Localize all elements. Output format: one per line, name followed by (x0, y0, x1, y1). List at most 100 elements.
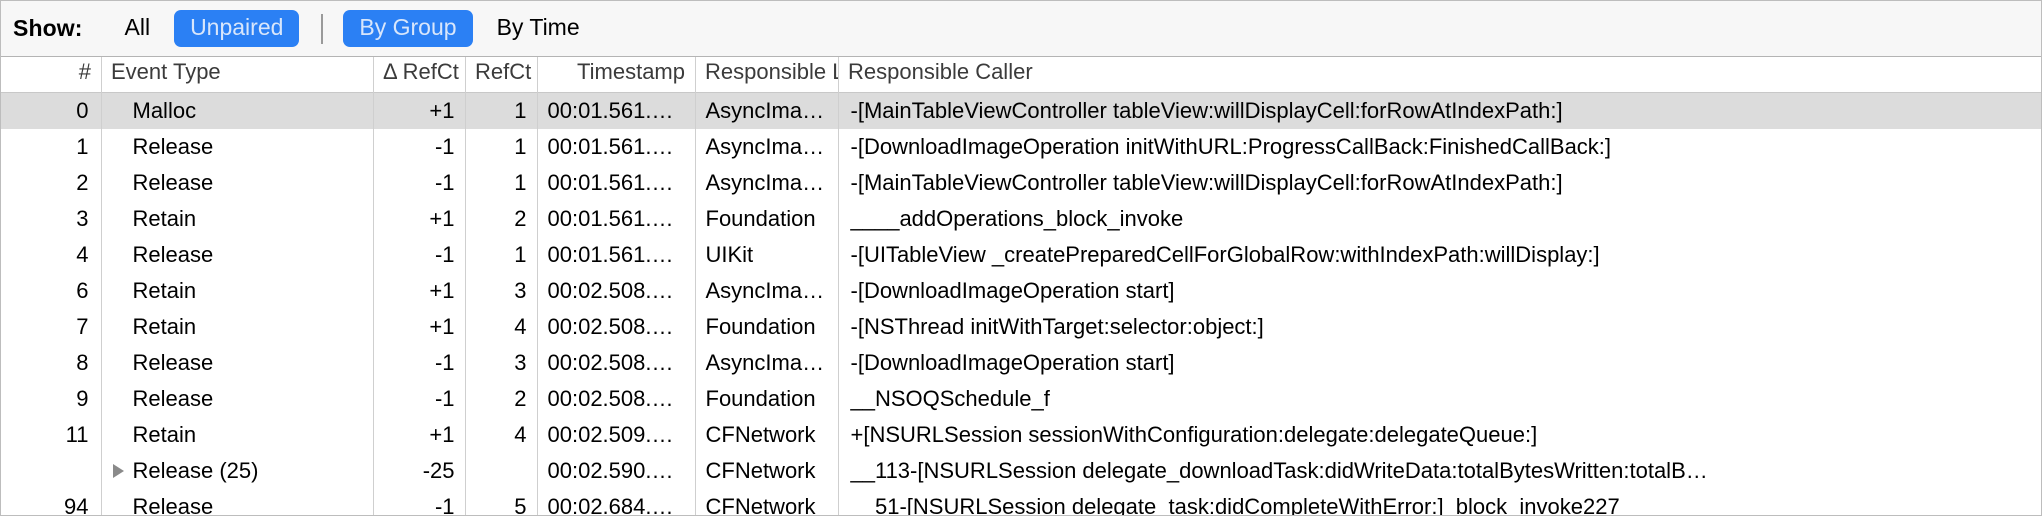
group-by-time-button[interactable]: By Time (481, 10, 596, 47)
cell-refct: 2 (465, 201, 538, 237)
cell-event-type: Release (101, 345, 374, 381)
grid-rule-drefct (465, 57, 466, 515)
grid-rule-time (695, 57, 696, 515)
cell-refct: 1 (465, 165, 538, 201)
table-row[interactable]: 6 Retain +1300:02.508.401AsyncImageT… -[Dow… (1, 273, 2041, 309)
cell-responsible-caller: -[UITableView _createPreparedCellForGlob… (850, 242, 1600, 267)
cell-index (1, 453, 102, 489)
cell-delta-refct: -1 (373, 381, 466, 417)
cell-refct: 5 (465, 489, 538, 515)
cell-timestamp: 00:01.561.672 (537, 129, 696, 165)
cell-timestamp: 00:02.508.401 (537, 273, 696, 309)
event-type-label: Release (132, 494, 214, 515)
cell-responsible-caller: ____addOperations_block_invoke (850, 206, 1184, 231)
cell-event-type: Release (101, 237, 374, 273)
column-header-refct[interactable]: RefCt (465, 57, 537, 93)
cell-delta-refct: -25 (373, 453, 466, 489)
cell-responsible-library: CFNetwork (695, 489, 839, 515)
cell-event-type: Retain (101, 417, 374, 453)
table-row[interactable]: Release (25) -25 00:02.590.911 CFNetwork __1… (1, 453, 2041, 489)
table-row[interactable]: 94 Release -1 5 00:02.684.283 CFNetwork __51-[… (1, 489, 2041, 515)
cell-index: 6 (1, 273, 102, 309)
cell-responsible-library: AsyncImageT… (695, 92, 839, 129)
cell-delta-refct: +1 (373, 92, 466, 129)
cell-delta-refct: -1 (373, 237, 466, 273)
segmented-separator (321, 13, 324, 44)
group-by-group-button[interactable]: By Group (343, 10, 473, 47)
table-row[interactable]: 11 Retain +1 4 00:02.509.783 CFNetwork +[NSURL… (1, 417, 2041, 453)
filter-unpaired-button[interactable]: Unpaired (174, 10, 300, 47)
column-header-delta-refct[interactable]: Δ RefCt (373, 57, 465, 93)
cell-event-type: Malloc (101, 92, 374, 129)
event-type-label: Release (132, 134, 214, 159)
cell-index: 94 (1, 489, 102, 515)
cell-timestamp: 00:02.508.814 (537, 345, 696, 381)
table-row[interactable]: 3 Retain +1 2 00:01.561.679 Foundation ____add… (1, 201, 2041, 237)
table-row[interactable]: 0 Malloc +1100:01.561.629AsyncImageT…-[Mai… (1, 92, 2041, 129)
table-row[interactable]: 9 Release -1 2 00:02.508.896 Foundation __NSOQ… (1, 381, 2041, 417)
cell-responsible-library: Foundation (695, 309, 839, 345)
cell-delta-refct: -1 (373, 345, 466, 381)
cell-timestamp: 00:02.509.783 (537, 417, 696, 453)
cell-delta-refct: -1 (373, 165, 466, 201)
cell-delta-refct: -1 (373, 129, 466, 165)
column-header-timestamp[interactable]: Timestamp (537, 57, 695, 93)
cell-index: 7 (1, 309, 102, 345)
column-header-event-type[interactable]: Event Type (101, 57, 373, 93)
table-row[interactable]: 4 Release -1 1 00:01.561.686 UIKit -[UITableVi… (1, 237, 2041, 273)
event-table: # Event Type Δ RefCt RefCt Timestamp Res… (1, 57, 2041, 515)
show-label: Show: (13, 15, 83, 41)
table-row[interactable]: 8 Release -1300:02.508.814AsyncImageT… -[Do… (1, 345, 2041, 381)
table-row[interactable]: 7 Retain +1 4 00:02.508.572 Foundation -[NSThr… (1, 309, 2041, 345)
cell-event-type: Release (25) (101, 453, 374, 489)
cell-event-type: Retain (101, 273, 374, 309)
event-table-body: 0Malloc+1100:01.561.629AsyncImageT…-[Mai… (1, 92, 2041, 515)
disclosure-triangle-icon[interactable] (112, 464, 124, 478)
grid-rule-refct (537, 57, 538, 515)
cell-event-type: Retain (101, 309, 374, 345)
cell-index: 1 (1, 129, 102, 165)
cell-responsible-caller: __51-[NSURLSession delegate_task:didComp… (850, 494, 1620, 515)
cell-refct: 1 (465, 129, 538, 165)
event-type-label: Retain (132, 206, 197, 231)
grid-rule-type (373, 57, 374, 515)
cell-timestamp: 00:01.561.629 (537, 92, 696, 129)
cell-timestamp: 00:02.590.911 (537, 453, 696, 489)
event-type-label: Malloc (132, 98, 197, 123)
filter-bar: Show: All Unpaired By Group By Time (1, 1, 2041, 57)
cell-event-type: Retain (101, 201, 374, 237)
cell-delta-refct: -1 (373, 489, 466, 515)
cell-responsible-caller: +[NSURLSession sessionWithConfiguration:… (850, 422, 1538, 447)
cell-responsible-library: AsyncImageT… (695, 273, 839, 309)
event-type-label: Retain (132, 278, 197, 303)
table-row[interactable]: 1Release-1100:01.561.672AsyncImageT…-[Do… (1, 129, 2041, 165)
table-header-row: # Event Type Δ RefCt RefCt Timestamp Res… (1, 57, 2041, 93)
cell-event-type: Release (101, 381, 374, 417)
cell-refct (465, 453, 538, 489)
event-type-label: Retain (132, 314, 197, 339)
cell-responsible-caller: __NSOQSchedule_f (850, 386, 1050, 411)
cell-delta-refct: +1 (373, 417, 466, 453)
table-row[interactable]: 2 Release -1100:01.561.675AsyncImageT… -[Ma… (1, 165, 2041, 201)
cell-event-type: Release (101, 165, 374, 201)
cell-event-type: Release (101, 489, 374, 515)
cell-delta-refct: +1 (373, 201, 466, 237)
event-table-container[interactable]: # Event Type Δ RefCt RefCt Timestamp Res… (1, 57, 2041, 515)
filter-all-button[interactable]: All (109, 10, 167, 47)
cell-index: 9 (1, 381, 102, 417)
column-header-responsible-caller[interactable]: Responsible Caller (838, 57, 2041, 93)
cell-delta-refct: +1 (373, 309, 466, 345)
cell-index: 3 (1, 201, 102, 237)
cell-timestamp: 00:01.561.686 (537, 237, 696, 273)
reference-count-detail-panel: Show: All Unpaired By Group By Time # Ev… (0, 0, 2042, 516)
column-header-index[interactable]: # (1, 57, 101, 93)
cell-timestamp: 00:01.561.679 (537, 201, 696, 237)
event-type-label: Release (132, 386, 214, 411)
cell-refct: 4 (465, 309, 538, 345)
cell-index: 0 (1, 92, 102, 129)
event-type-label: Release (25) (132, 458, 259, 483)
column-header-responsible-library[interactable]: Responsible L… (695, 57, 838, 93)
cell-responsible-library: UIKit (695, 237, 839, 273)
cell-responsible-caller: -[MainTableViewController tableView:will… (850, 170, 1563, 195)
cell-refct: 1 (465, 92, 538, 129)
